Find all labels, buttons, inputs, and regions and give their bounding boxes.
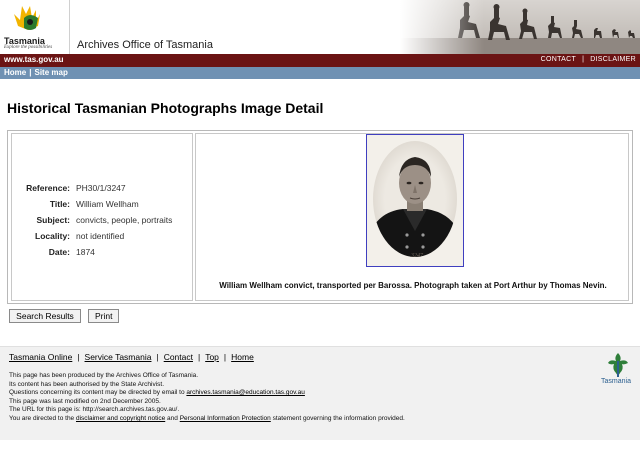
footer-separator: | bbox=[197, 352, 201, 362]
footer-note-modified: This page was last modified on 2nd Decem… bbox=[9, 397, 161, 405]
statement-text: statement governing the information prov… bbox=[272, 414, 405, 422]
metadata-row-locality: Locality: not identified bbox=[14, 228, 174, 244]
footer-logo-word: Tasmania bbox=[601, 378, 631, 385]
date-label: Date: bbox=[48, 247, 70, 257]
search-results-button[interactable]: Search Results bbox=[9, 309, 81, 323]
contact-link[interactable]: CONTACT bbox=[541, 56, 576, 63]
date-value: 1874 bbox=[76, 247, 95, 257]
subject-value: convicts, people, portraits bbox=[76, 215, 173, 225]
footer-note-produced: This page has been produced by the Archi… bbox=[9, 372, 199, 379]
page-title: Historical Tasmanian Photographs Image D… bbox=[7, 100, 324, 116]
footer-note-url: The URL for this page is: http://search.… bbox=[9, 406, 180, 414]
footer-link-top[interactable]: Top bbox=[205, 352, 219, 362]
footer-separator: | bbox=[156, 352, 159, 362]
nav-separator: | bbox=[29, 68, 32, 77]
title-value: William Wellham bbox=[76, 199, 139, 209]
subject-label: Subject: bbox=[36, 215, 70, 225]
disclaimer-link[interactable]: DISCLAIMER bbox=[590, 56, 636, 63]
image-cell: 3247 William Wellham convict, transporte… bbox=[195, 133, 629, 301]
footer-note-questions: Questions concerning its content may be … bbox=[9, 389, 405, 398]
footer-note-authorised: Its content has been authorised by the S… bbox=[9, 380, 165, 388]
metadata-row-title: Title: William Wellham bbox=[14, 196, 174, 212]
personal-info-protection-link[interactable]: Personal Information Protection bbox=[180, 415, 271, 422]
utility-separator: | bbox=[582, 56, 585, 63]
tasmania-logo[interactable]: Tasmania Explore the possibilities bbox=[0, 0, 70, 54]
breadcrumb: Home | Site map bbox=[4, 68, 68, 77]
site-title: Archives Office of Tasmania bbox=[77, 39, 213, 51]
and-text: and bbox=[167, 414, 178, 422]
archives-email-link[interactable]: archives.tasmania@education.tas.gov.au bbox=[186, 389, 305, 396]
footer-links: Tasmania Online | Service Tasmania | Contact… bbox=[9, 352, 254, 362]
title-label: Title: bbox=[49, 199, 70, 209]
site-header: Tasmania Explore the possibilities Archi… bbox=[0, 0, 640, 54]
logo-tagline: Explore the possibilities bbox=[4, 45, 53, 50]
metadata-cell: Reference: PH30/1/3247 Title: William We… bbox=[11, 133, 193, 301]
footer-separator: | bbox=[77, 352, 80, 362]
disclaimer-copyright-link[interactable]: disclaimer and copyright notice bbox=[76, 415, 165, 422]
tasmanian-devil-icon bbox=[14, 6, 40, 30]
metadata-row-reference: Reference: PH30/1/3247 bbox=[14, 180, 174, 196]
metadata-row-date: Date: 1874 bbox=[14, 244, 174, 260]
footer-link-tasmania-online[interactable]: Tasmania Online bbox=[9, 352, 72, 362]
footer-note-directed: You are directed to the disclaimer and c… bbox=[9, 415, 405, 424]
footer-link-service-tasmania[interactable]: Service Tasmania bbox=[85, 352, 152, 362]
locality-value: not identified bbox=[76, 231, 125, 241]
thylacine-icon bbox=[608, 353, 628, 377]
reference-value: PH30/1/3247 bbox=[76, 183, 126, 193]
print-button[interactable]: Print bbox=[88, 309, 119, 323]
metadata-row-subject: Subject: convicts, people, portraits bbox=[14, 212, 174, 228]
convict-portrait-photo[interactable]: 3247 bbox=[366, 134, 464, 267]
image-detail-panel: Reference: PH30/1/3247 Title: William We… bbox=[7, 130, 633, 304]
utility-links: CONTACT | DISCLAIMER bbox=[541, 56, 636, 63]
photo-caption: William Wellham convict, transported per… bbox=[219, 281, 607, 290]
photo-inscription: 3247 bbox=[410, 252, 424, 259]
footer-link-contact[interactable]: Contact bbox=[164, 352, 193, 362]
header-banner-image bbox=[400, 0, 640, 54]
home-link[interactable]: Home bbox=[4, 68, 26, 77]
locality-label: Locality: bbox=[35, 231, 70, 241]
footer-separator: | bbox=[223, 352, 227, 362]
sitemap-link[interactable]: Site map bbox=[34, 68, 67, 77]
reference-label: Reference: bbox=[26, 183, 70, 193]
footer-link-home[interactable]: Home bbox=[231, 352, 254, 362]
portrait-image: 3247 bbox=[367, 135, 463, 266]
breadcrumb-bar: Home | Site map bbox=[0, 67, 640, 79]
tasmania-footer-logo[interactable]: Tasmania bbox=[600, 351, 636, 391]
questions-text: Questions concerning its content may be … bbox=[9, 389, 185, 397]
site-url[interactable]: www.tas.gov.au bbox=[4, 55, 64, 64]
directed-text: You are directed to the bbox=[9, 414, 75, 422]
top-utility-bar: www.tas.gov.au CONTACT | DISCLAIMER bbox=[0, 54, 640, 67]
footer-notes: This page has been produced by the Archi… bbox=[9, 372, 405, 424]
metadata-table: Reference: PH30/1/3247 Title: William We… bbox=[14, 180, 174, 260]
site-footer: Tasmania Online | Service Tasmania | Contact… bbox=[0, 346, 640, 440]
